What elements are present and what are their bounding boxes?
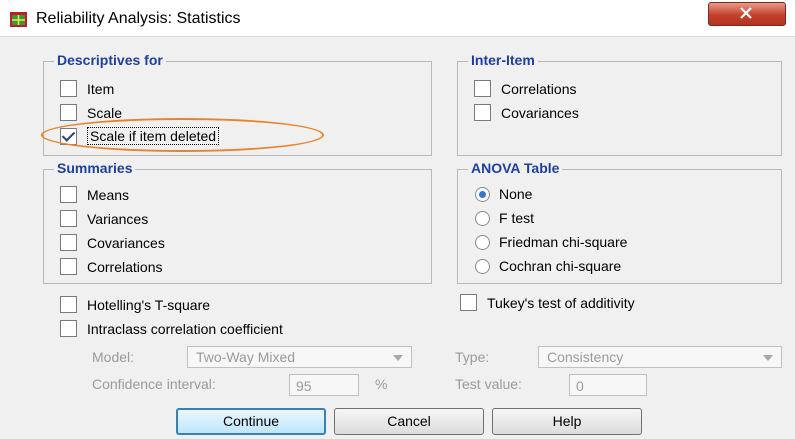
hotelling-label: Hotelling's T-square	[87, 296, 211, 313]
descriptives-group-title: Descriptives for	[54, 52, 166, 68]
item-label: Item	[87, 80, 115, 97]
cochran-radio[interactable]	[475, 258, 490, 274]
covariances-label: Covariances	[501, 104, 579, 121]
confidence-interval-value: 95	[296, 378, 312, 394]
chevron-down-icon	[763, 355, 773, 361]
intraclass-checkbox[interactable]	[60, 320, 77, 337]
highlight-annotation	[41, 118, 324, 152]
anova-ftest-radio[interactable]: F test	[475, 210, 534, 226]
summaries-variances-checkbox[interactable]: Variances	[60, 210, 148, 227]
type-value: Consistency	[547, 349, 624, 365]
f-test-label: F test	[499, 210, 535, 226]
confidence-interval-input[interactable]: 95	[289, 374, 359, 396]
friedman-label: Friedman chi-square	[499, 234, 628, 250]
tukey-checkbox[interactable]	[460, 294, 477, 311]
title-bar: Reliability Analysis: Statistics	[0, 0, 795, 37]
descriptives-item-checkbox[interactable]: Item	[60, 80, 114, 97]
inter-item-correlations-checkbox[interactable]: Correlations	[474, 80, 576, 97]
help-button[interactable]: Help	[492, 408, 642, 435]
spss-grid-icon	[10, 12, 27, 27]
item-checkbox[interactable]	[60, 80, 77, 97]
percent-unit: %	[375, 376, 388, 392]
anova-friedman-radio[interactable]: Friedman chi-square	[475, 234, 627, 250]
intraclass-label: Intraclass correlation coefficient	[87, 320, 283, 337]
confidence-interval-label: Confidence interval:	[92, 376, 216, 392]
summaries-means-checkbox[interactable]: Means	[60, 186, 129, 203]
friedman-radio[interactable]	[475, 234, 490, 250]
anova-none-radio[interactable]: None	[475, 186, 532, 202]
window-title: Reliability Analysis: Statistics	[36, 10, 241, 27]
scale-checkbox[interactable]	[60, 104, 77, 121]
summaries-correlations-checkbox[interactable]: Correlations	[60, 258, 162, 275]
type-select[interactable]: Consistency	[538, 346, 782, 368]
close-icon	[740, 7, 752, 19]
f-test-radio[interactable]	[475, 210, 490, 226]
variances-label: Variances	[87, 210, 149, 227]
inter-item-group-title: Inter-Item	[468, 52, 538, 68]
type-label: Type:	[455, 349, 490, 365]
summaries-covariances-checkbox[interactable]: Covariances	[60, 234, 165, 251]
cancel-button[interactable]: Cancel	[334, 408, 484, 435]
intraclass-checkbox-row[interactable]: Intraclass correlation coefficient	[60, 320, 283, 337]
anova-cochran-radio[interactable]: Cochran chi-square	[475, 258, 621, 274]
scale-label: Scale	[87, 104, 123, 121]
hotelling-checkbox-row[interactable]: Hotelling's T-square	[60, 296, 210, 313]
dialog-window: Reliability Analysis: Statistics Descrip…	[0, 0, 795, 439]
test-value-label: Test value:	[455, 376, 522, 392]
summaries-group-title: Summaries	[54, 160, 136, 176]
hotelling-checkbox[interactable]	[60, 296, 77, 313]
inter-item-covariances-checkbox[interactable]: Covariances	[474, 104, 579, 121]
model-value: Two-Way Mixed	[196, 349, 296, 365]
variances-checkbox[interactable]	[60, 210, 77, 227]
model-select[interactable]: Two-Way Mixed	[187, 346, 412, 368]
means-label: Means	[87, 186, 130, 203]
test-value-value: 0	[576, 378, 584, 394]
summary-covariances-label: Covariances	[87, 234, 165, 251]
continue-button[interactable]: Continue	[176, 408, 326, 435]
tukey-label: Tukey's test of additivity	[487, 294, 635, 311]
tukey-checkbox-row[interactable]: Tukey's test of additivity	[460, 294, 635, 311]
anova-group-title: ANOVA Table	[468, 160, 563, 176]
summary-correlations-checkbox[interactable]	[60, 258, 77, 275]
descriptives-scale-checkbox[interactable]: Scale	[60, 104, 122, 121]
correlations-label: Correlations	[501, 80, 577, 97]
covariances-checkbox[interactable]	[474, 104, 491, 121]
test-value-input[interactable]: 0	[569, 374, 647, 396]
summary-correlations-label: Correlations	[87, 258, 163, 275]
summary-covariances-checkbox[interactable]	[60, 234, 77, 251]
cochran-label: Cochran chi-square	[499, 258, 622, 274]
none-label: None	[499, 186, 533, 202]
correlations-checkbox[interactable]	[474, 80, 491, 97]
means-checkbox[interactable]	[60, 186, 77, 203]
none-radio[interactable]	[475, 186, 490, 202]
close-button[interactable]	[708, 2, 786, 26]
chevron-down-icon	[393, 355, 403, 361]
model-label: Model:	[92, 349, 135, 365]
